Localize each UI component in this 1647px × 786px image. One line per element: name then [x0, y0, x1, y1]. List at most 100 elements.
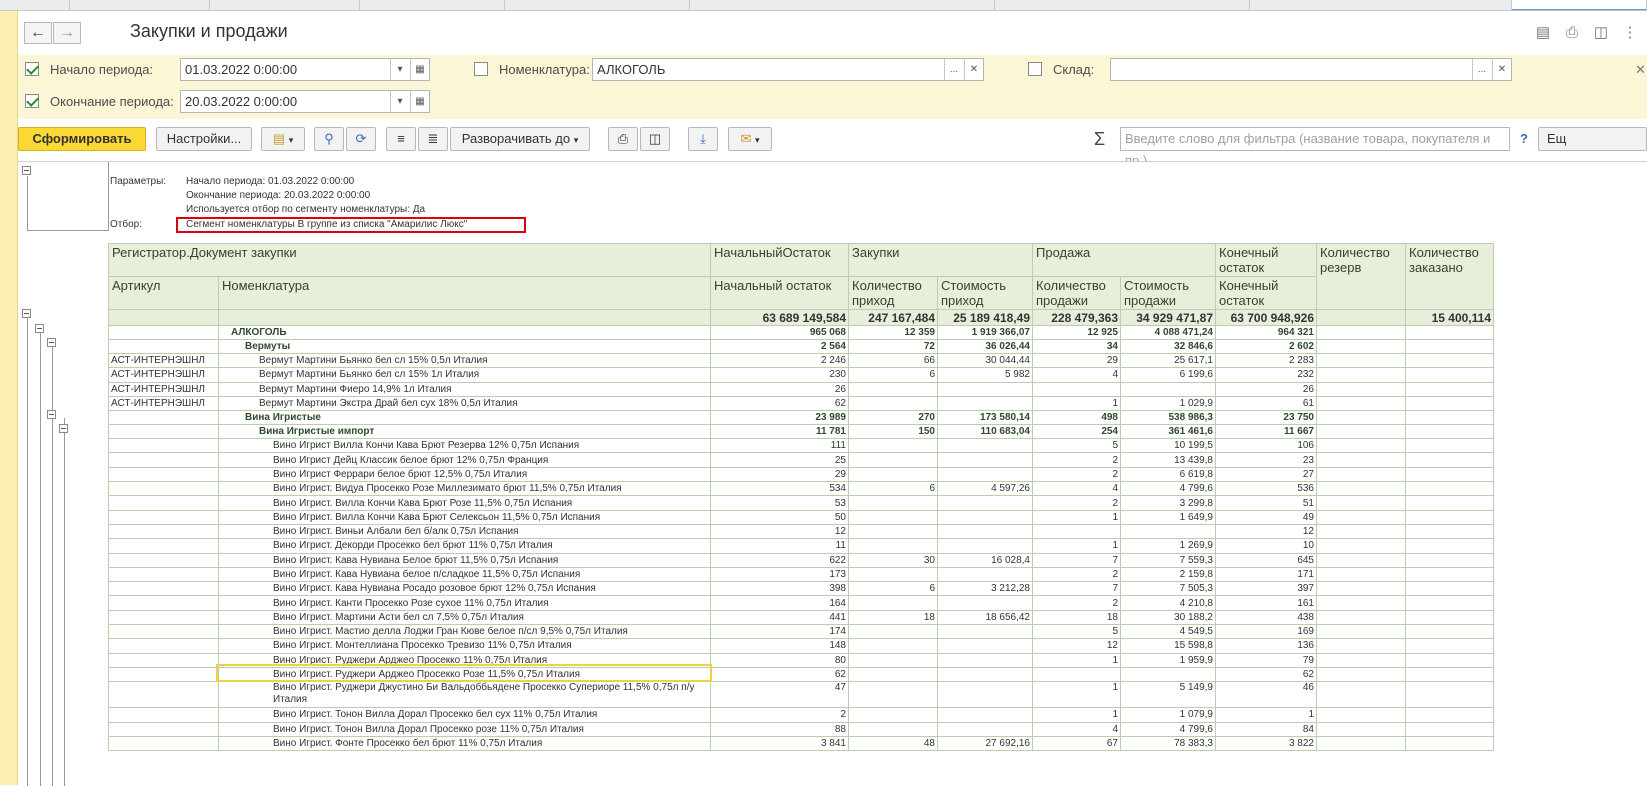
- collapse-row-icon[interactable]: [59, 424, 68, 433]
- window-tab[interactable]: [210, 0, 360, 10]
- select-ellipsis-icon[interactable]: ...: [1472, 59, 1491, 80]
- calendar-icon[interactable]: ▦: [410, 91, 429, 112]
- table-row[interactable]: Вино Игрист. Руджери Джустино Би Вальдоб…: [108, 681, 1494, 709]
- col-cost-in: Стоимость приход: [937, 276, 1033, 310]
- collapse-row-icon[interactable]: [47, 410, 56, 419]
- table-row[interactable]: Вино Игрист Феррари белое брют 12,5% 0,7…: [108, 466, 1494, 483]
- window-tab[interactable]: [1250, 0, 1512, 10]
- save-to-file-button[interactable]: ⤓: [688, 127, 718, 151]
- table-row[interactable]: Вино Игрист. Мартини Асти бел сл 7,5% 0,…: [108, 609, 1494, 626]
- warehouse-field[interactable]: ... ✕: [1110, 58, 1512, 81]
- forward-button[interactable]: →: [53, 22, 81, 44]
- nomenclature-field[interactable]: АЛКОГОЛЬ ... ✕: [592, 58, 984, 81]
- cell-qty-sold: 7: [1032, 552, 1121, 568]
- cell-start: 53: [710, 495, 849, 511]
- sum-icon[interactable]: Σ: [1094, 129, 1105, 150]
- window-tab[interactable]: [360, 0, 505, 10]
- print-icon[interactable]: ⎙: [1561, 22, 1583, 44]
- group-row[interactable]: Вина Игристые импорт 11 781 150 110 683,04 2…: [108, 424, 1494, 440]
- warehouse-checkbox[interactable]: [1028, 62, 1042, 76]
- table-row[interactable]: Вино Игрист. Декорди Просекко бел брют 1…: [108, 538, 1494, 554]
- send-mail-button[interactable]: ✉ ▾: [728, 127, 772, 151]
- more-button[interactable]: Ещ: [1538, 127, 1647, 151]
- table-row[interactable]: Вино Игрист. Кава Нувиана Белое брют 11,…: [108, 552, 1494, 568]
- help-icon[interactable]: ?: [1520, 131, 1528, 146]
- cell-end: 536: [1215, 481, 1317, 497]
- total-row[interactable]: 63 689 149,584 247 167,484 25 189 418,49…: [108, 309, 1494, 326]
- table-row[interactable]: АСТ-ИНТЕРНЭШНЛ Вермут Мартини Экстра Драй…: [108, 395, 1494, 412]
- printer-icon: ⎙: [617, 131, 629, 146]
- expand-groups-button[interactable]: ≡: [386, 127, 416, 151]
- find-next-button[interactable]: ⟳: [346, 127, 376, 151]
- dropdown-icon[interactable]: ▾: [390, 59, 409, 80]
- table-row[interactable]: Вино Игрист Вилла Кончи Кава Брют Резерв…: [108, 438, 1494, 454]
- table-row[interactable]: Вино Игрист. Вилла Кончи Кава Брют Селек…: [108, 509, 1494, 525]
- calendar-icon[interactable]: ▦: [410, 59, 429, 80]
- collapse-row-icon[interactable]: [22, 309, 31, 318]
- window-tab[interactable]: [505, 0, 690, 10]
- print-preview-button[interactable]: ◫: [640, 127, 670, 151]
- variants-button[interactable]: ▤ ▾: [261, 127, 305, 151]
- window-tab-active[interactable]: [1512, 0, 1647, 10]
- cell-end: 27: [1215, 466, 1317, 483]
- print-button[interactable]: ⎙: [608, 127, 638, 151]
- table-row[interactable]: Вино Игрист. Видуа Просекко Розе Миллези…: [108, 481, 1494, 497]
- close-panel-icon[interactable]: ✕: [1635, 62, 1646, 78]
- cell-cost-in: 36 026,44: [937, 339, 1033, 354]
- select-ellipsis-icon[interactable]: ...: [944, 59, 963, 80]
- collapse-row-icon[interactable]: [35, 324, 44, 333]
- generate-button[interactable]: Сформировать: [18, 127, 146, 151]
- cell-reserve: [1316, 609, 1406, 626]
- table-row[interactable]: АСТ-ИНТЕРНЭШНЛ Вермут Мартини Фиеро 14,9%…: [108, 381, 1494, 397]
- period-end-field[interactable]: 20.03.2022 0:00:00 ▾ ▦: [180, 90, 430, 113]
- table-row[interactable]: Вино Игрист. Тонон Вилла Дорал Просекко …: [108, 721, 1494, 737]
- table-row[interactable]: Вино Игрист. Мастио делла Лоджи Гран Кюв…: [108, 624, 1494, 640]
- table-row[interactable]: Вино Игрист Дейц Классик белое брют 12% …: [108, 452, 1494, 468]
- cell-cost-sold: 4 210,8: [1120, 595, 1216, 611]
- filter-input[interactable]: Введите слово для фильтра (название това…: [1120, 127, 1510, 168]
- table-row[interactable]: АСТ-ИНТЕРНЭШНЛ Вермут Мартини Бьянко бел …: [108, 367, 1494, 383]
- clear-icon[interactable]: ✕: [1492, 59, 1511, 80]
- dropdown-icon[interactable]: ▾: [390, 91, 409, 112]
- expand-to-button[interactable]: Разворачивать до ▾: [450, 127, 590, 151]
- report-spreadsheet[interactable]: Параметры: Начало периода: 01.03.2022 0:…: [18, 161, 1647, 786]
- window-tab[interactable]: [70, 0, 210, 10]
- group-row[interactable]: Вермуты 2 564 72 36 026,44 34 32 846,6 2 602: [108, 339, 1494, 354]
- collapse-header-icon[interactable]: [22, 166, 31, 175]
- table-row[interactable]: Вино Игрист. Виньи Албали бел б/алк 0,75…: [108, 523, 1494, 540]
- period-start-checkbox[interactable]: [25, 62, 39, 76]
- table-row[interactable]: Вино Игрист. Фонте Просекко бел брют 11%…: [108, 735, 1494, 752]
- cell-cost-sold: 25 617,1: [1120, 352, 1216, 369]
- table-row[interactable]: Вино Игрист. Вилла Кончи Кава Брют Розе …: [108, 495, 1494, 511]
- table-row[interactable]: Вино Игрист. Тонон Вилла Дорал Просекко …: [108, 707, 1494, 723]
- table-row[interactable]: Вино Игрист. Монтеллиана Просекко Тревиз…: [108, 638, 1494, 654]
- collapse-row-icon[interactable]: [47, 338, 56, 347]
- cell-qty-sold: 4: [1032, 367, 1121, 383]
- window-tab[interactable]: [995, 0, 1250, 10]
- table-row[interactable]: Вино Игрист. Канти Просекко Розе сухое 1…: [108, 595, 1494, 611]
- period-end-checkbox[interactable]: [25, 94, 39, 108]
- cell-cost-in: [937, 721, 1033, 737]
- cell-qty-in: 6: [848, 581, 938, 597]
- group-row[interactable]: Вина Игристые 23 989 270 173 580,14 498 538 9…: [108, 410, 1494, 426]
- cell-start: 3 841: [710, 735, 849, 752]
- back-button[interactable]: ←: [24, 22, 52, 44]
- nomenclature-checkbox[interactable]: [474, 62, 488, 76]
- cell-reserve: [1316, 339, 1406, 354]
- settings-button[interactable]: Настройки...: [156, 127, 252, 151]
- table-row[interactable]: Вино Игрист. Кава Нувиана белое п/сладко…: [108, 566, 1494, 583]
- window-tab[interactable]: [690, 0, 995, 10]
- collapse-groups-button[interactable]: ≣: [418, 127, 448, 151]
- window-tab[interactable]: [0, 0, 70, 10]
- find-button[interactable]: ⚲: [314, 127, 344, 151]
- save-icon[interactable]: ▤: [1532, 22, 1554, 44]
- period-start-field[interactable]: 01.03.2022 0:00:00 ▾ ▦: [180, 58, 430, 81]
- more-icon[interactable]: ⋮: [1619, 22, 1641, 44]
- table-row[interactable]: Вино Игрист. Кава Нувиана Росадо розовое…: [108, 581, 1494, 597]
- preview-icon[interactable]: ◫: [1590, 22, 1612, 44]
- cell-qty-sold: [1032, 523, 1121, 540]
- table-row[interactable]: АСТ-ИНТЕРНЭШНЛ Вермут Мартини Бьянко бел …: [108, 352, 1494, 369]
- clear-icon[interactable]: ✕: [964, 59, 983, 80]
- group-row[interactable]: АЛКОГОЛЬ 965 068 12 359 1 919 366,07 12 925 4…: [108, 325, 1494, 340]
- total-cost-in: 25 189 418,49: [937, 309, 1033, 326]
